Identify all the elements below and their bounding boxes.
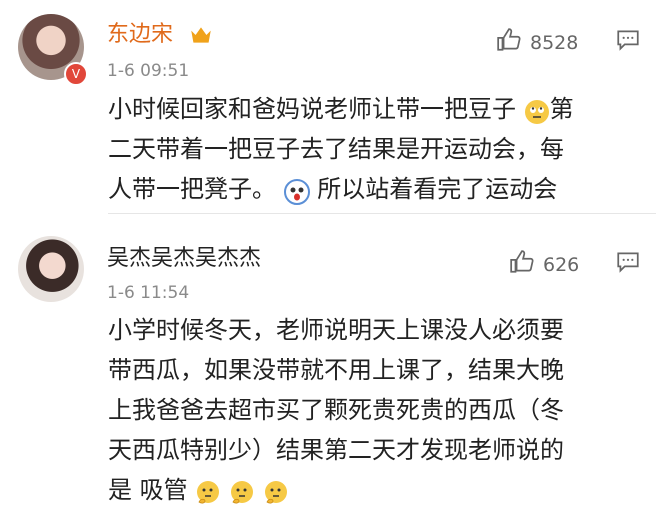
comment-line: 小时候回家和爸妈说老师让带一把豆子 xyxy=(108,95,516,123)
author-name[interactable]: 东边宋 xyxy=(107,21,173,49)
comment-line: 是 吸管 xyxy=(108,476,188,504)
rolling-eyes-emoji xyxy=(524,97,550,124)
verified-badge: V xyxy=(64,62,88,86)
comment-time: 1-6 11:54 xyxy=(107,283,190,303)
thinking-emoji xyxy=(195,478,221,504)
comment-line: 人带一把凳子。 xyxy=(108,175,276,203)
comment-line: 带西瓜，如果没带就不用上课了，结果大晚 xyxy=(108,356,564,384)
crown-icon xyxy=(188,22,214,48)
comment-line: 第 xyxy=(549,95,574,123)
comment-line: 所以站着看完了运动会 xyxy=(317,175,558,203)
comment-line: 天西瓜特别少）结果第二天才发现老师说的 xyxy=(108,436,564,464)
comment-item: 吴杰吴杰吴杰杰 1-6 11:54 626 小学时候冬天，老师说明天上课没人必须… xyxy=(0,214,656,504)
thinking-emoji xyxy=(229,478,255,504)
like-count: 8528 xyxy=(530,32,579,54)
comment-icon[interactable] xyxy=(615,249,641,275)
thumbs-up-icon xyxy=(496,27,522,59)
comment-line: 上我爸爸去超市买了颗死贵死贵的西瓜（冬 xyxy=(108,396,564,424)
thumbs-up-icon xyxy=(509,249,535,281)
like-button[interactable]: 8528 xyxy=(496,27,578,59)
like-count: 626 xyxy=(543,254,580,276)
comment-line: 二天带着一把豆子去了结果是开运动会，每 xyxy=(108,135,564,163)
thinking-emoji xyxy=(263,478,289,504)
comment-time: 1-6 09:51 xyxy=(107,61,190,81)
author-name[interactable]: 吴杰吴杰吴杰杰 xyxy=(107,245,261,273)
comment-line: 小学时候冬天，老师说明天上课没人必须要 xyxy=(108,316,564,344)
comment-text: 小时候回家和爸妈说老师让带一把豆子 第 二天带着一把豆子去了结果是开运动会，每 … xyxy=(108,89,628,209)
comment-item: V 东边宋 1-6 09:51 8528 小时候回家和爸妈说老师让带一把豆子 第… xyxy=(0,0,656,214)
comment-icon[interactable] xyxy=(615,27,641,53)
shocked-emoji xyxy=(283,177,310,205)
avatar[interactable] xyxy=(18,236,84,302)
like-button[interactable]: 626 xyxy=(509,249,579,281)
comment-text: 小学时候冬天，老师说明天上课没人必须要 带西瓜，如果没带就不用上课了，结果大晚 … xyxy=(108,310,618,510)
